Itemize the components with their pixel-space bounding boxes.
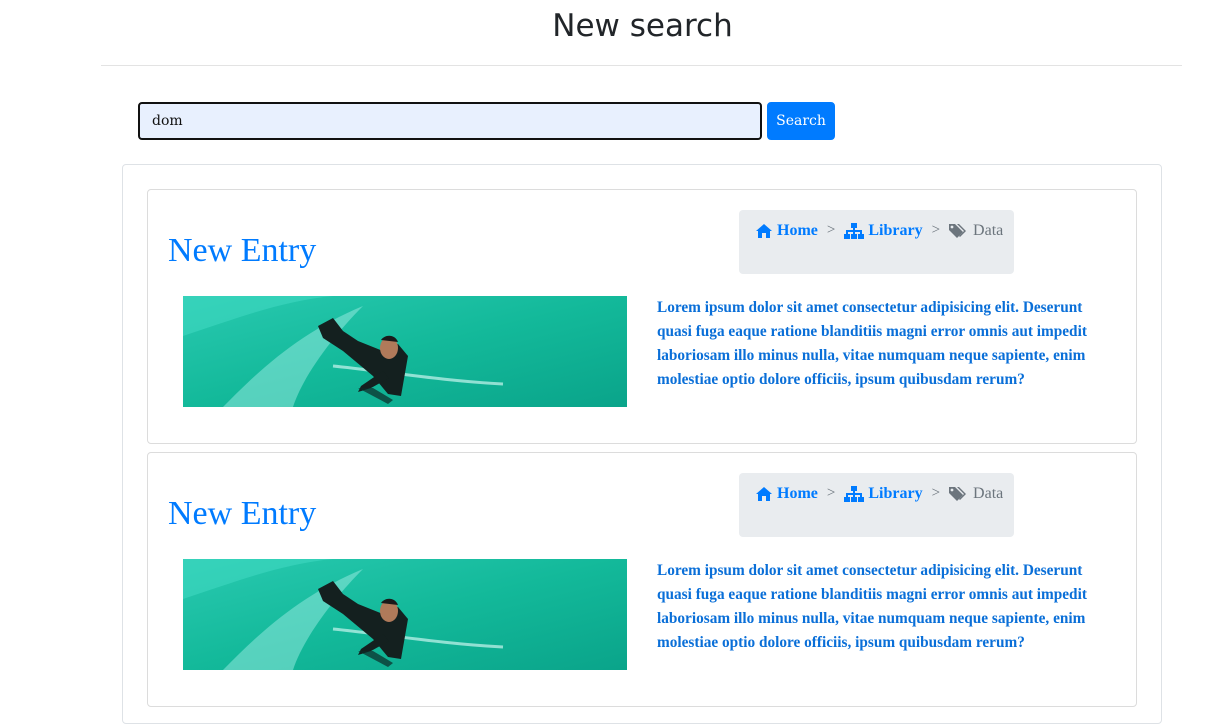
entry-title-link[interactable]: New Entry bbox=[168, 495, 316, 533]
entry-card: New Entry Home > Library > Data Lorem ip… bbox=[147, 189, 1137, 444]
search-button[interactable]: Search bbox=[767, 102, 835, 140]
breadcrumb-library-label: Library bbox=[868, 222, 923, 239]
home-icon bbox=[756, 224, 772, 238]
breadcrumb: Home > Library > Data bbox=[739, 473, 1014, 537]
breadcrumb-home-label: Home bbox=[777, 222, 818, 239]
entry-image bbox=[183, 559, 627, 670]
breadcrumb-separator: > bbox=[826, 485, 836, 501]
breadcrumb-data: Data bbox=[949, 485, 1003, 503]
breadcrumb-separator: > bbox=[826, 222, 836, 238]
breadcrumb-separator: > bbox=[931, 222, 941, 238]
tags-icon bbox=[949, 487, 967, 501]
breadcrumb-data-label: Data bbox=[973, 222, 1004, 239]
breadcrumb-home-label: Home bbox=[777, 485, 818, 502]
surfer-photo bbox=[183, 559, 627, 670]
breadcrumb-home[interactable]: Home bbox=[755, 485, 818, 503]
breadcrumb: Home > Library > Data bbox=[739, 210, 1014, 274]
breadcrumb-library-label: Library bbox=[868, 485, 923, 502]
breadcrumb-library[interactable]: Library bbox=[844, 485, 923, 503]
title-divider bbox=[101, 65, 1182, 66]
entry-card: New Entry Home > Library > Data Lorem ip… bbox=[147, 452, 1137, 707]
surfer-photo bbox=[183, 296, 627, 407]
entry-title-link[interactable]: New Entry bbox=[168, 232, 316, 270]
search-input[interactable] bbox=[138, 102, 762, 140]
entry-image bbox=[183, 296, 627, 407]
breadcrumb-library[interactable]: Library bbox=[844, 222, 923, 240]
breadcrumb-home[interactable]: Home bbox=[755, 222, 818, 240]
sitemap-icon bbox=[844, 486, 865, 502]
sitemap-icon bbox=[844, 223, 865, 239]
home-icon bbox=[756, 487, 772, 501]
breadcrumb-separator: > bbox=[931, 485, 941, 501]
tags-icon bbox=[949, 224, 967, 238]
breadcrumb-data: Data bbox=[949, 222, 1003, 240]
breadcrumb-data-label: Data bbox=[973, 485, 1004, 502]
page-title: New search bbox=[552, 8, 733, 44]
entry-description: Lorem ipsum dolor sit amet consectetur a… bbox=[657, 562, 1087, 651]
entry-description: Lorem ipsum dolor sit amet consectetur a… bbox=[657, 299, 1087, 388]
